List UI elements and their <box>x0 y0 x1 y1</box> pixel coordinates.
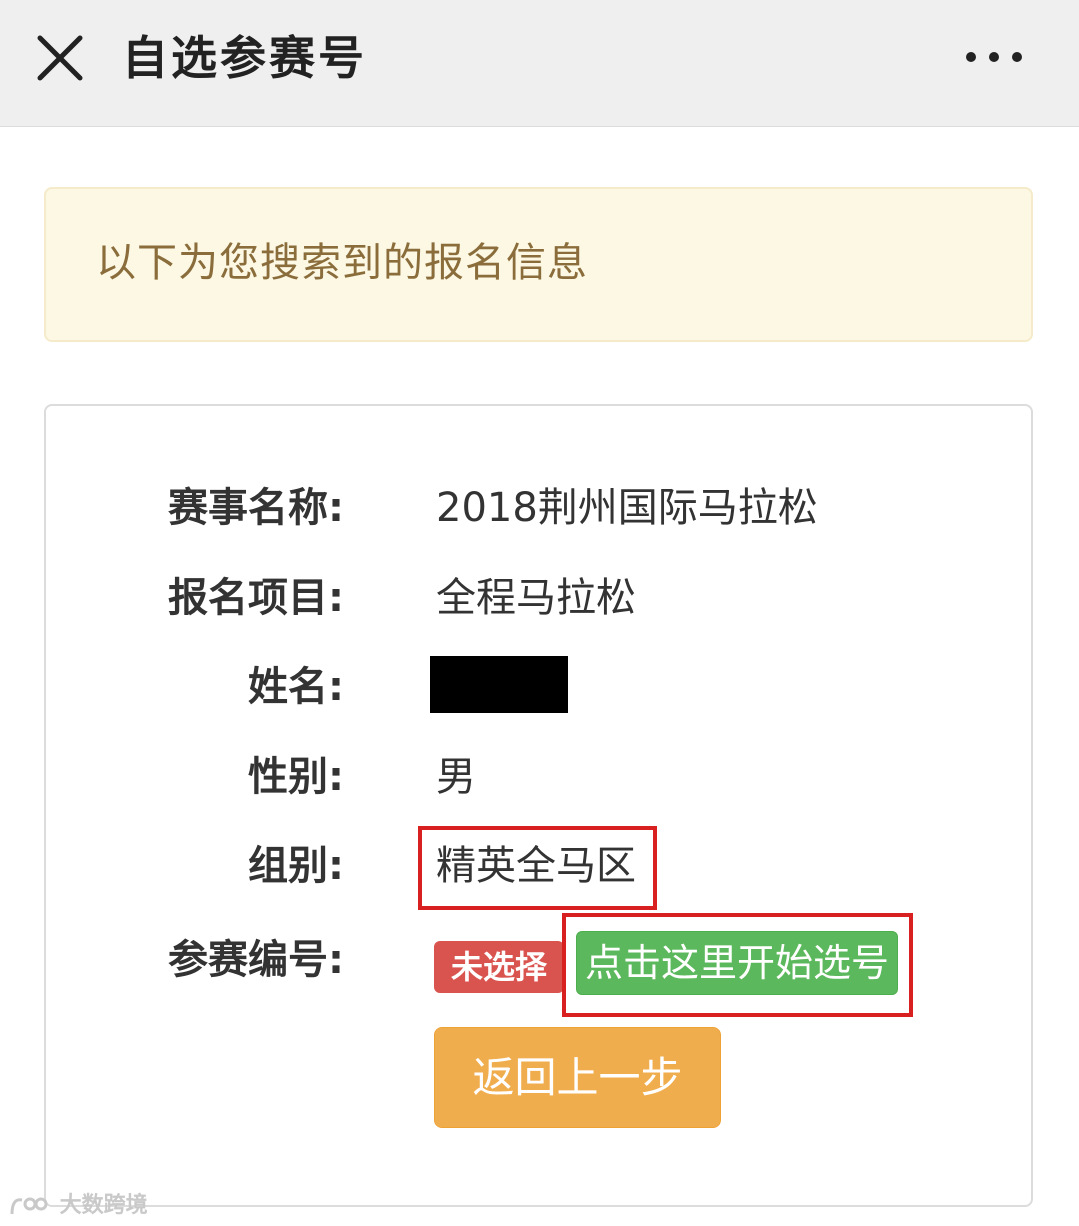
back-button[interactable]: 返回上一步 <box>434 1027 721 1128</box>
group-highlight-box <box>418 826 657 910</box>
gender-label: 性别: <box>248 754 344 800</box>
event-name-label: 赛事名称: <box>168 485 344 531</box>
bib-label: 参赛编号: <box>168 937 344 983</box>
notice-text: 以下为您搜索到的报名信息 <box>96 240 588 286</box>
gender-value: 男 <box>436 754 476 800</box>
top-nav-bar: 自选参赛号 <box>0 0 1079 127</box>
more-dots-icon[interactable] <box>958 40 1032 74</box>
name-label: 姓名: <box>248 664 344 710</box>
event-name-value: 2018荆州国际马拉松 <box>436 485 818 531</box>
page-title: 自选参赛号 <box>122 31 367 85</box>
item-value: 全程马拉松 <box>436 575 636 621</box>
watermark-logo-icon <box>10 1197 48 1215</box>
bib-status-badge: 未选择 <box>434 941 564 993</box>
watermark-text: 大数跨境 <box>59 1193 148 1218</box>
watermark: 大数跨境 <box>8 1191 148 1221</box>
search-result-notice: 以下为您搜索到的报名信息 <box>44 187 1033 342</box>
item-label: 报名项目: <box>168 575 344 621</box>
group-label: 组别: <box>248 843 344 889</box>
start-button-highlight-box <box>562 913 913 1017</box>
redacted-name <box>430 656 568 713</box>
close-icon[interactable] <box>28 26 92 90</box>
